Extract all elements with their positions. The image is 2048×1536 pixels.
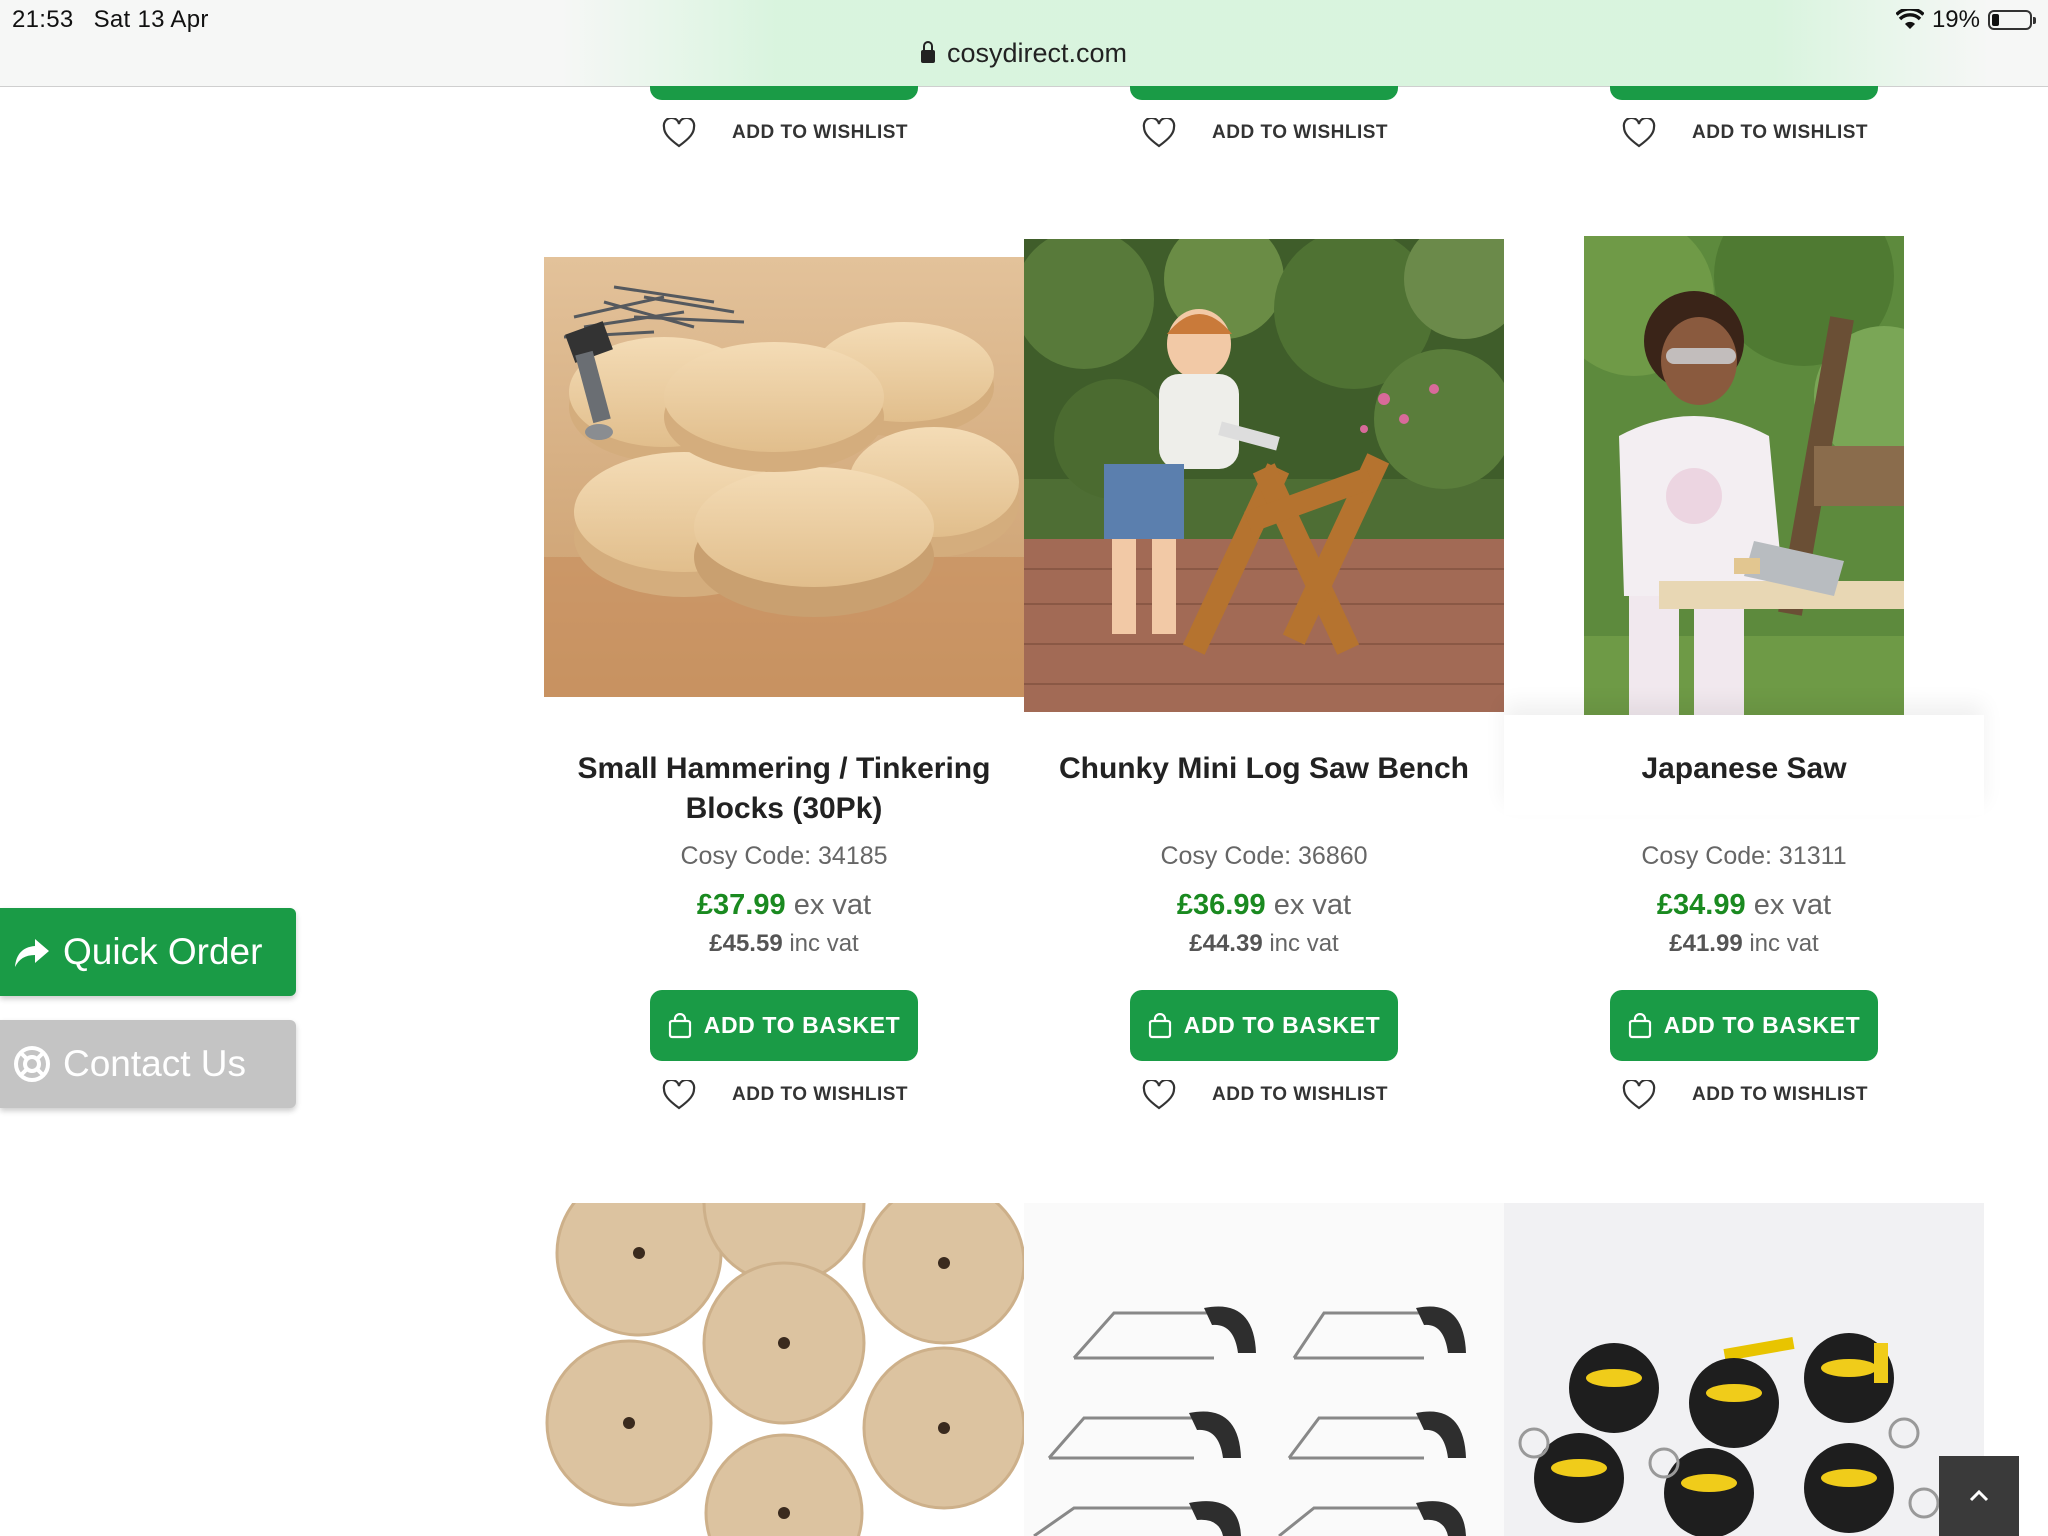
share-arrow-icon (15, 939, 49, 967)
inc-vat-label: inc vat (789, 930, 859, 957)
heart-icon (1142, 118, 1176, 148)
price-inc-value: £44.39 (1189, 930, 1263, 957)
price-inc-vat: £45.59 inc vat (544, 930, 1024, 958)
address-bar[interactable]: cosydirect.com (0, 38, 2048, 69)
price-inc-vat: £41.99 inc vat (1504, 930, 1984, 958)
heart-icon (662, 118, 696, 148)
add-to-wishlist[interactable]: ADD TO WISHLIST (1142, 1080, 1388, 1110)
product-title[interactable]: Small Hammering / Tinkering Blocks (30Pk… (544, 749, 1024, 829)
product-title[interactable]: Japanese Saw (1504, 749, 1984, 789)
product-image-hammering-blocks[interactable] (544, 257, 1024, 697)
battery-percent: 19% (1931, 6, 1980, 33)
wishlist-label: ADD TO WISHLIST (1692, 122, 1869, 143)
shopping-bag-icon (1628, 1012, 1651, 1038)
browser-top-bar: 21:53 Sat 13 Apr 19% cosydirect.com (0, 0, 2048, 87)
heart-icon (1142, 1080, 1176, 1110)
product-code: Cosy Code: 31311 (1641, 842, 1847, 870)
lifebuoy-icon (14, 1046, 50, 1082)
add-to-wishlist-top-3[interactable]: ADD TO WISHLIST (1622, 118, 1868, 148)
product-image-saw-bench[interactable] (1024, 239, 1504, 712)
add-to-basket-button-top-1[interactable] (650, 86, 918, 100)
add-to-basket-button-top-2[interactable] (1130, 86, 1398, 100)
price-ex-value: £34.99 (1656, 889, 1746, 921)
price-ex-vat: £34.99 ex vat (1504, 889, 1984, 922)
price-inc-value: £45.59 (709, 930, 783, 957)
ex-vat-label: ex vat (1753, 889, 1832, 921)
add-to-basket-label: ADD TO BASKET (703, 1012, 901, 1038)
contact-us-label: Contact Us (63, 1043, 247, 1084)
chevron-up-icon (1969, 1489, 1989, 1502)
status-left: 21:53 Sat 13 Apr (12, 6, 209, 34)
product-title-line1: Japanese Saw (1641, 752, 1847, 785)
product-image-tape-measures[interactable] (1504, 1203, 1984, 1536)
add-to-basket-label: ADD TO BASKET (1183, 1012, 1381, 1038)
url-text: cosydirect.com (946, 38, 1128, 68)
product-title-line1: Chunky Mini Log Saw Bench (1058, 752, 1470, 785)
shopping-bag-icon (1148, 1012, 1171, 1038)
heart-icon (662, 1080, 696, 1110)
product-title[interactable]: Chunky Mini Log Saw Bench (1024, 749, 1504, 789)
product-image-junior-hacksaws[interactable] (1024, 1203, 1504, 1536)
heart-icon (1622, 118, 1656, 148)
add-to-wishlist[interactable]: ADD TO WISHLIST (1622, 1080, 1868, 1110)
add-to-basket-button-top-3[interactable] (1610, 86, 1878, 100)
price-inc-vat: £44.39 inc vat (1024, 930, 1504, 958)
wifi-icon (1895, 9, 1924, 29)
status-date: Sat 13 Apr (93, 6, 209, 33)
status-right: 19% (1895, 6, 2036, 34)
back-to-top-button[interactable] (1939, 1456, 2019, 1536)
add-to-wishlist[interactable]: ADD TO WISHLIST (662, 1080, 908, 1110)
add-to-basket-label: ADD TO BASKET (1663, 1012, 1861, 1038)
product-title-line1: Small Hammering / Tinkering (577, 752, 991, 785)
price-ex-value: £36.99 (1176, 889, 1266, 921)
ex-vat-label: ex vat (1273, 889, 1352, 921)
add-to-basket-button[interactable]: ADD TO BASKET (1610, 990, 1878, 1061)
quick-order-label: Quick Order (63, 931, 263, 972)
price-ex-value: £37.99 (696, 889, 786, 921)
status-time: 21:53 (12, 6, 74, 33)
inc-vat-label: inc vat (1749, 930, 1819, 957)
battery-icon (1988, 10, 2036, 30)
shopping-bag-icon (668, 1012, 691, 1038)
wishlist-label: ADD TO WISHLIST (1692, 1084, 1869, 1105)
add-to-wishlist-top-2[interactable]: ADD TO WISHLIST (1142, 118, 1388, 148)
add-to-basket-button[interactable]: ADD TO BASKET (1130, 990, 1398, 1061)
price-ex-vat: £36.99 ex vat (1024, 889, 1504, 922)
product-image-japanese-saw[interactable] (1584, 236, 1904, 715)
wishlist-label: ADD TO WISHLIST (732, 122, 909, 143)
ex-vat-label: ex vat (793, 889, 872, 921)
product-code: Cosy Code: 36860 (1160, 842, 1368, 870)
add-to-wishlist-top-1[interactable]: ADD TO WISHLIST (662, 118, 908, 148)
quick-order-tab[interactable]: Quick Order (0, 908, 296, 996)
add-to-basket-button[interactable]: ADD TO BASKET (650, 990, 918, 1061)
product-title-line2: Blocks (30Pk) (685, 792, 883, 825)
wishlist-label: ADD TO WISHLIST (1212, 1084, 1389, 1105)
product-image-wooden-wheels[interactable] (544, 1203, 1024, 1536)
product-code: Cosy Code: 34185 (680, 842, 888, 870)
price-inc-value: £41.99 (1669, 930, 1743, 957)
wishlist-label: ADD TO WISHLIST (732, 1084, 909, 1105)
wishlist-label: ADD TO WISHLIST (1212, 122, 1389, 143)
lock-icon (920, 41, 935, 63)
heart-icon (1622, 1080, 1656, 1110)
price-ex-vat: £37.99 ex vat (544, 889, 1024, 922)
contact-us-tab[interactable]: Contact Us (0, 1020, 296, 1108)
inc-vat-label: inc vat (1269, 930, 1339, 957)
